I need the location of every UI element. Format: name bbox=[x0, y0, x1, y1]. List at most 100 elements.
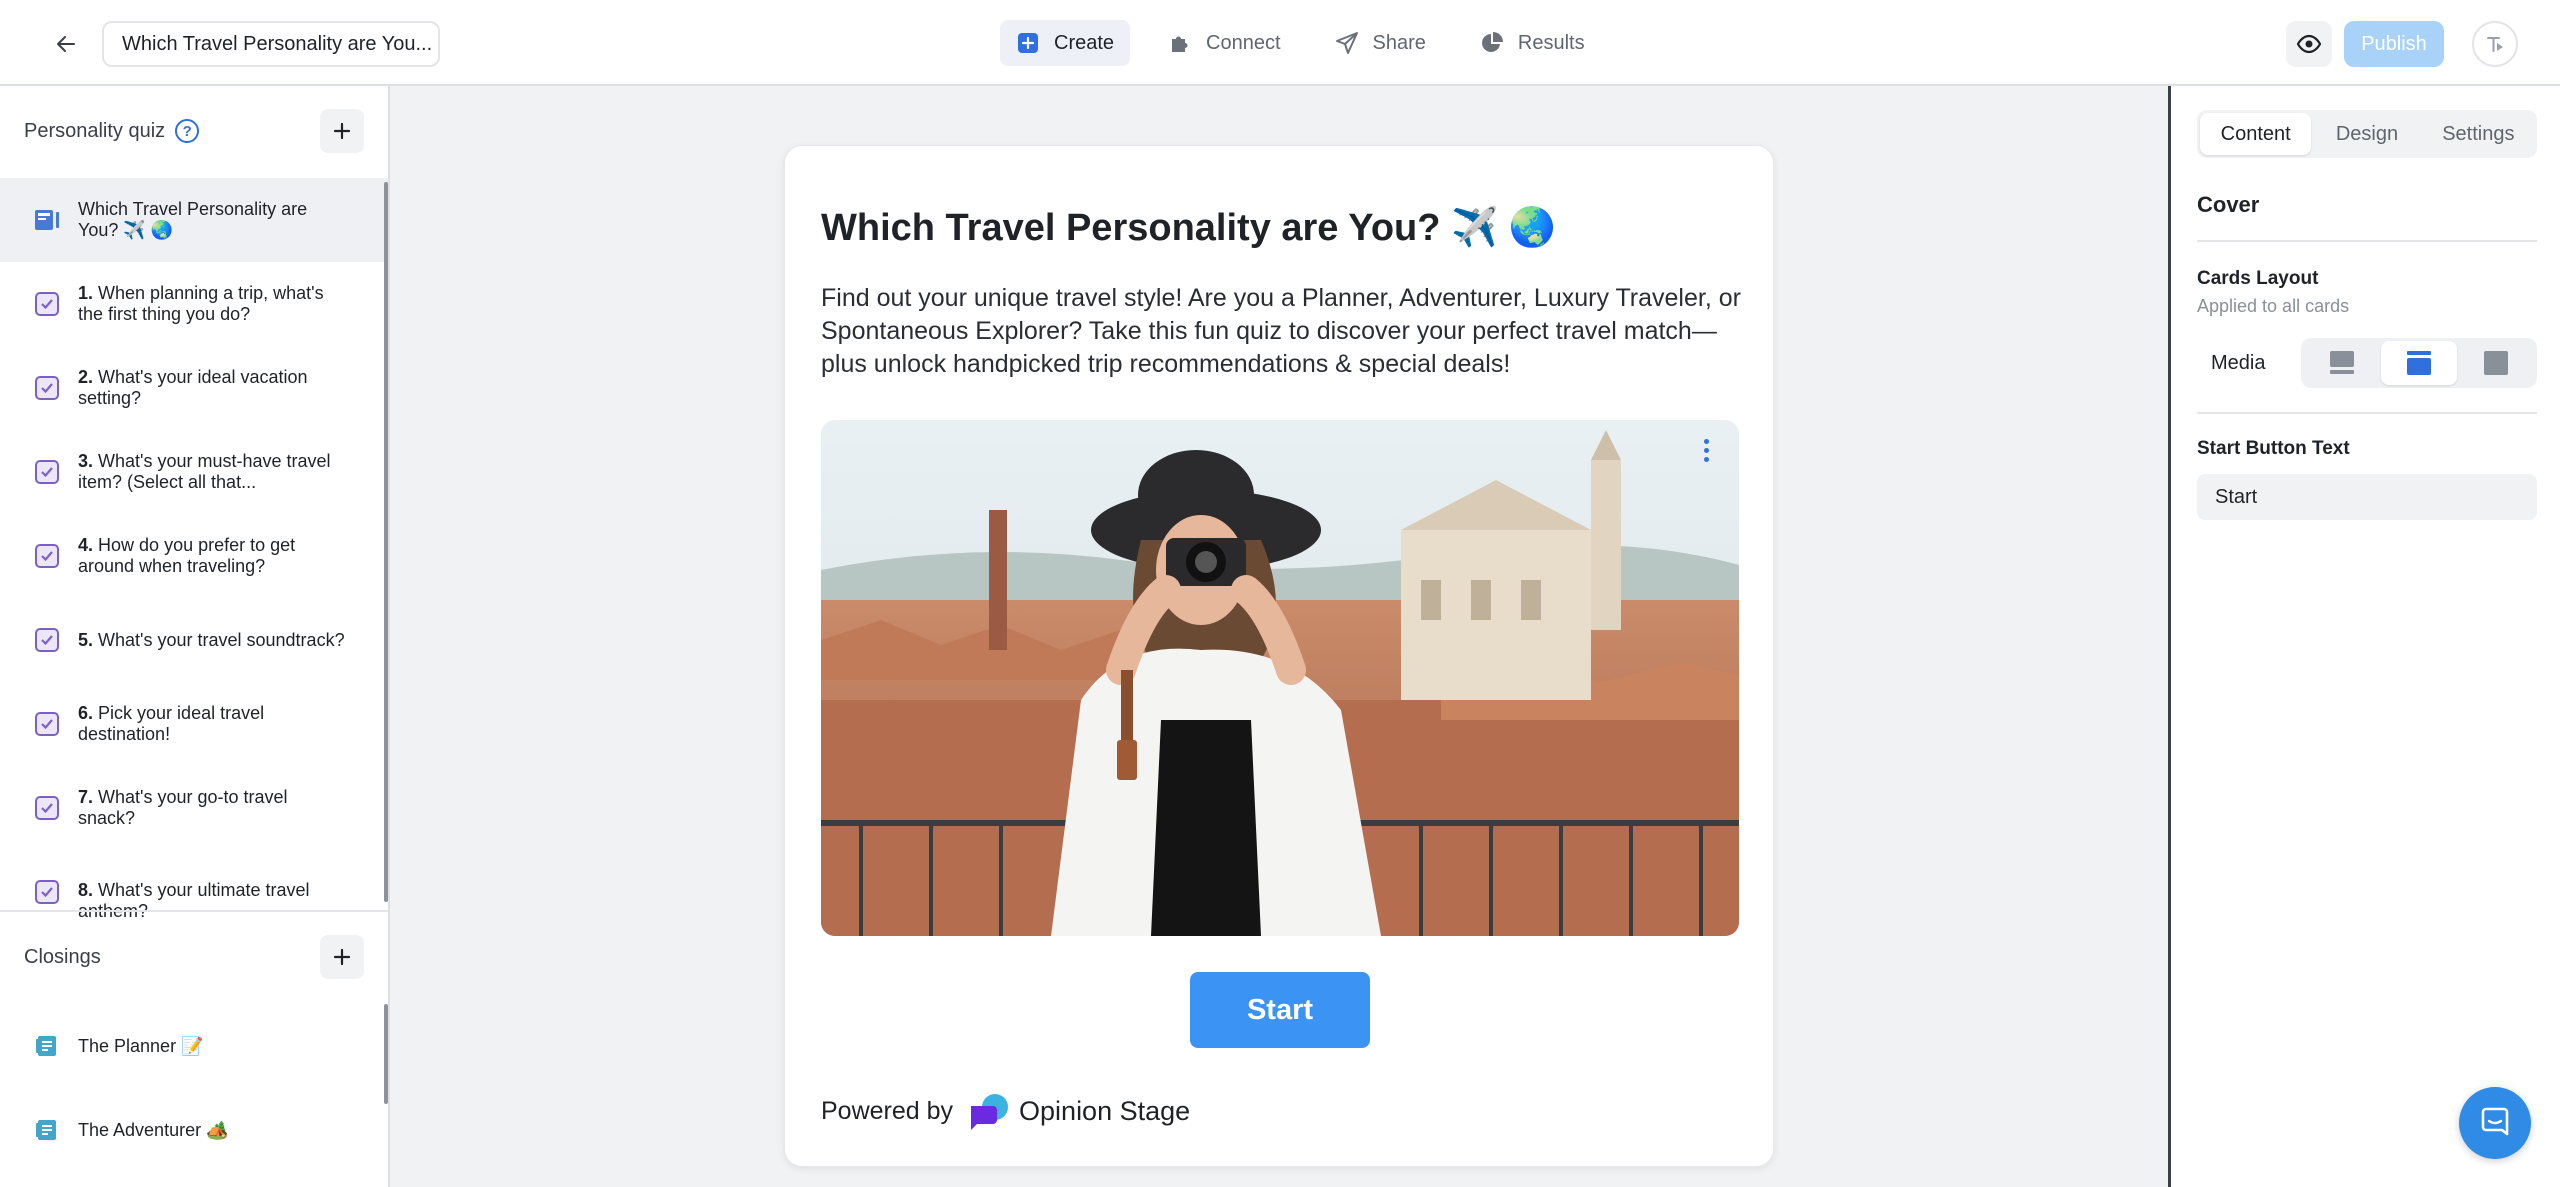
start-button-text-input[interactable]: Start bbox=[2197, 474, 2537, 520]
panel-divider bbox=[2197, 412, 2537, 414]
sidebar-item-closing-1[interactable]: The Planner 📝 bbox=[0, 1004, 388, 1088]
sidebar-item-closing-2[interactable]: The Adventurer 🏕️ bbox=[0, 1088, 388, 1172]
sidebar-item-question-4[interactable]: 4. How do you prefer to get around when … bbox=[0, 514, 388, 598]
question-number: 2. bbox=[78, 367, 94, 387]
tab-content[interactable]: Content bbox=[2200, 113, 2312, 155]
sidebar-item-question-7[interactable]: 7. What's your go-to travel snack? bbox=[0, 766, 388, 850]
chat-icon bbox=[2481, 1107, 2509, 1136]
help-icon[interactable]: ? bbox=[175, 119, 200, 143]
chat-support-button[interactable] bbox=[2459, 1087, 2531, 1159]
closing-label: The Planner 📝 bbox=[78, 1035, 204, 1056]
pie-chart-icon bbox=[1480, 31, 1504, 55]
question-number: 8. bbox=[78, 880, 94, 900]
properties-panel: Content Design Settings Cover Cards Layo… bbox=[2168, 86, 2560, 1187]
cards-layout-subtitle: Applied to all cards bbox=[2197, 296, 2350, 316]
arrow-left-icon bbox=[57, 36, 75, 52]
preview-button[interactable] bbox=[2286, 21, 2332, 67]
result-card-icon bbox=[34, 1033, 60, 1059]
checkbox-icon bbox=[34, 711, 60, 737]
checkbox-icon bbox=[34, 375, 60, 401]
add-closing-button[interactable] bbox=[320, 935, 364, 979]
tab-connect-label: Connect bbox=[1206, 31, 1281, 54]
puzzle-icon bbox=[1168, 31, 1192, 55]
start-button-text-label: Start Button Text bbox=[2197, 438, 2350, 459]
checkbox-icon bbox=[34, 459, 60, 485]
kebab-dot bbox=[1703, 438, 1709, 444]
main-nav-tabs: Create Connect Share Results bbox=[1000, 20, 1601, 66]
cover-card-icon bbox=[34, 207, 60, 233]
question-label: What's your go-to travel snack? bbox=[78, 787, 288, 828]
sidebar-item-cover-label: Which Travel Personality are You? ✈️ 🌏 bbox=[78, 199, 308, 240]
panel-section-title: Cover bbox=[2197, 192, 2260, 217]
checkbox-icon bbox=[34, 291, 60, 317]
eye-icon bbox=[2296, 34, 2322, 54]
tab-connect[interactable]: Connect bbox=[1152, 20, 1297, 66]
cover-card-preview[interactable]: Which Travel Personality are You? ✈️ 🌏 F… bbox=[784, 145, 1774, 1167]
closings-scrollbar[interactable] bbox=[384, 1004, 388, 1104]
sidebar-item-question-1[interactable]: 1. When planning a trip, what's the firs… bbox=[0, 262, 388, 346]
back-button[interactable] bbox=[44, 22, 88, 66]
publish-button[interactable]: Publish bbox=[2344, 21, 2444, 67]
brand-name: Opinion Stage bbox=[1019, 1095, 1191, 1126]
cover-description[interactable]: Find out your unique travel style! Are y… bbox=[821, 282, 1741, 381]
paper-plane-icon bbox=[1335, 31, 1359, 55]
media-layout-top-option[interactable] bbox=[2304, 341, 2381, 385]
sidebar-item-question-5[interactable]: 5. What's your travel soundtrack? bbox=[0, 598, 388, 682]
add-question-button[interactable] bbox=[320, 109, 364, 153]
tab-results-label: Results bbox=[1517, 31, 1585, 54]
panel-tabs: Content Design Settings bbox=[2197, 110, 2537, 158]
checkbox-icon bbox=[34, 627, 60, 653]
travel-photo bbox=[821, 420, 1739, 936]
sidebar-item-question-3[interactable]: 3. What's your must-have travel item? (S… bbox=[0, 430, 388, 514]
plus-icon bbox=[333, 948, 351, 966]
left-sidebar: Personality quiz ? Which Travel Personal… bbox=[0, 86, 390, 1187]
image-options-menu[interactable] bbox=[1691, 432, 1721, 468]
question-text: 3. What's your must-have travel item? (S… bbox=[78, 451, 348, 493]
powered-by-footer[interactable]: Powered by Opinion Stage bbox=[821, 1092, 1190, 1130]
question-label: Pick your ideal travel destination! bbox=[78, 703, 265, 744]
tab-create[interactable]: Create bbox=[1000, 20, 1131, 66]
media-layout-selector bbox=[2301, 338, 2537, 388]
question-text: 4. How do you prefer to get around when … bbox=[78, 535, 348, 577]
kebab-dot bbox=[1703, 456, 1709, 462]
closings-title: Closings bbox=[24, 945, 101, 968]
cover-title[interactable]: Which Travel Personality are You? ✈️ 🌏 bbox=[821, 206, 1556, 250]
sidebar-item-cover[interactable]: Which Travel Personality are You? ✈️ 🌏 bbox=[0, 178, 388, 262]
quiz-title-field[interactable]: Which Travel Personality are You... bbox=[102, 21, 440, 67]
closing-label: The Adventurer 🏕️ bbox=[78, 1119, 229, 1140]
sidebar-item-question-6[interactable]: 6. Pick your ideal travel destination! bbox=[0, 682, 388, 766]
powered-by-text: Powered by bbox=[821, 1096, 954, 1125]
tab-design[interactable]: Design bbox=[2311, 113, 2422, 155]
layout-media-background-icon bbox=[2483, 351, 2508, 375]
cards-layout-label: Cards Layout bbox=[2197, 268, 2319, 289]
tab-results[interactable]: Results bbox=[1464, 20, 1601, 66]
sidebar-item-question-2[interactable]: 2. What's your ideal vacation setting? bbox=[0, 346, 388, 430]
tab-share-label: Share bbox=[1372, 31, 1426, 54]
checkbox-icon bbox=[34, 795, 60, 821]
section-title: Personality quiz bbox=[24, 119, 166, 142]
layout-media-middle-icon bbox=[2407, 351, 2431, 375]
media-layout-background-option[interactable] bbox=[2457, 341, 2534, 385]
tab-share[interactable]: Share bbox=[1319, 20, 1442, 66]
question-text: 1. When planning a trip, what's the firs… bbox=[78, 283, 348, 325]
question-number: 4. bbox=[78, 535, 94, 555]
checkbox-icon bbox=[34, 543, 60, 569]
start-button[interactable]: Start bbox=[1190, 972, 1370, 1048]
checkbox-icon bbox=[34, 879, 60, 905]
quiz-section-header: Personality quiz ? bbox=[0, 86, 388, 176]
tab-settings[interactable]: Settings bbox=[2423, 113, 2534, 155]
question-label: How do you prefer to get around when tra… bbox=[78, 535, 296, 576]
tab-create-label: Create bbox=[1054, 31, 1115, 54]
questions-scrollbar[interactable] bbox=[384, 182, 388, 902]
media-layout-row: Media bbox=[2197, 338, 2537, 388]
opinion-stage-logo-icon bbox=[967, 1092, 1009, 1130]
plus-icon bbox=[333, 122, 351, 140]
question-number: 3. bbox=[78, 451, 94, 471]
cover-image[interactable] bbox=[821, 420, 1739, 936]
result-card-icon bbox=[34, 1117, 60, 1143]
layout-media-top-icon bbox=[2330, 351, 2355, 374]
question-label: What's your travel soundtrack? bbox=[98, 629, 345, 650]
media-layout-middle-option[interactable] bbox=[2380, 341, 2458, 385]
user-avatar-icon bbox=[2487, 37, 2503, 52]
avatar[interactable] bbox=[2472, 21, 2518, 67]
